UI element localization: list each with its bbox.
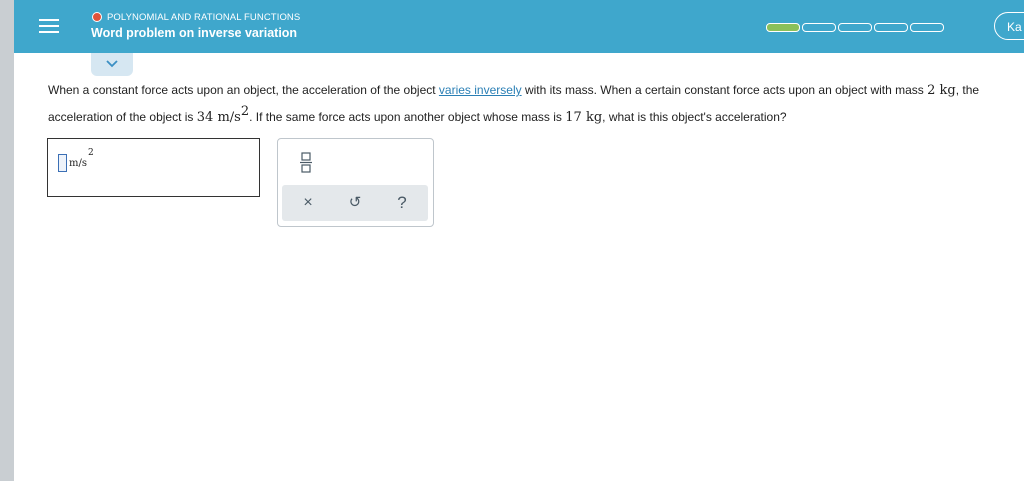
- varies-inversely-link[interactable]: varies inversely: [439, 83, 522, 97]
- chevron-down-icon: [106, 60, 118, 68]
- question-part: , what is this object's acceleration?: [602, 110, 787, 124]
- clear-button[interactable]: ×: [288, 185, 328, 221]
- acceleration-value: 34 m/s: [196, 110, 241, 125]
- account-button[interactable]: Ka: [994, 12, 1024, 40]
- help-icon: ?: [397, 193, 407, 212]
- math-keypad: × ↺ ?: [277, 138, 434, 227]
- fraction-icon: [300, 152, 312, 173]
- undo-icon: ↺: [348, 194, 362, 211]
- input-cursor-box[interactable]: [58, 154, 67, 172]
- menu-icon[interactable]: [36, 13, 62, 39]
- answer-unit: m/s: [69, 158, 87, 169]
- topic-status-dot: [92, 12, 102, 22]
- question-part: with its mass. When a certain constant f…: [521, 83, 928, 97]
- progress-segment: [910, 23, 944, 32]
- fraction-button[interactable]: [294, 148, 318, 176]
- progress-bar: [766, 23, 946, 32]
- lesson-title: Word problem on inverse variation: [91, 26, 298, 40]
- answer-input[interactable]: m/s 2: [47, 138, 260, 197]
- mass-value: 2 kg: [927, 83, 956, 98]
- topic-title: POLYNOMIAL AND RATIONAL FUNCTIONS: [107, 11, 301, 23]
- progress-segment: [766, 23, 800, 32]
- keypad-tool-row: × ↺ ?: [282, 185, 428, 221]
- progress-segment: [802, 23, 836, 32]
- topic-row: POLYNOMIAL AND RATIONAL FUNCTIONS: [92, 11, 300, 23]
- question-part: . If the same force acts upon another ob…: [249, 110, 566, 124]
- help-button[interactable]: ?: [382, 185, 422, 221]
- answer-unit-exponent: 2: [88, 148, 94, 158]
- left-strip: [0, 0, 14, 481]
- mass-value-2: 17 kg: [565, 110, 603, 125]
- top-header: POLYNOMIAL AND RATIONAL FUNCTIONS Word p…: [14, 0, 1024, 53]
- acceleration-exponent: 2: [240, 104, 250, 119]
- question-text: When a constant force acts upon an objec…: [48, 79, 1018, 129]
- progress-segment: [874, 23, 908, 32]
- question-part: When a constant force acts upon an objec…: [48, 83, 439, 97]
- progress-segment: [838, 23, 872, 32]
- collapse-toggle[interactable]: [91, 53, 133, 76]
- undo-button[interactable]: ↺: [335, 185, 375, 221]
- close-icon: ×: [303, 194, 313, 211]
